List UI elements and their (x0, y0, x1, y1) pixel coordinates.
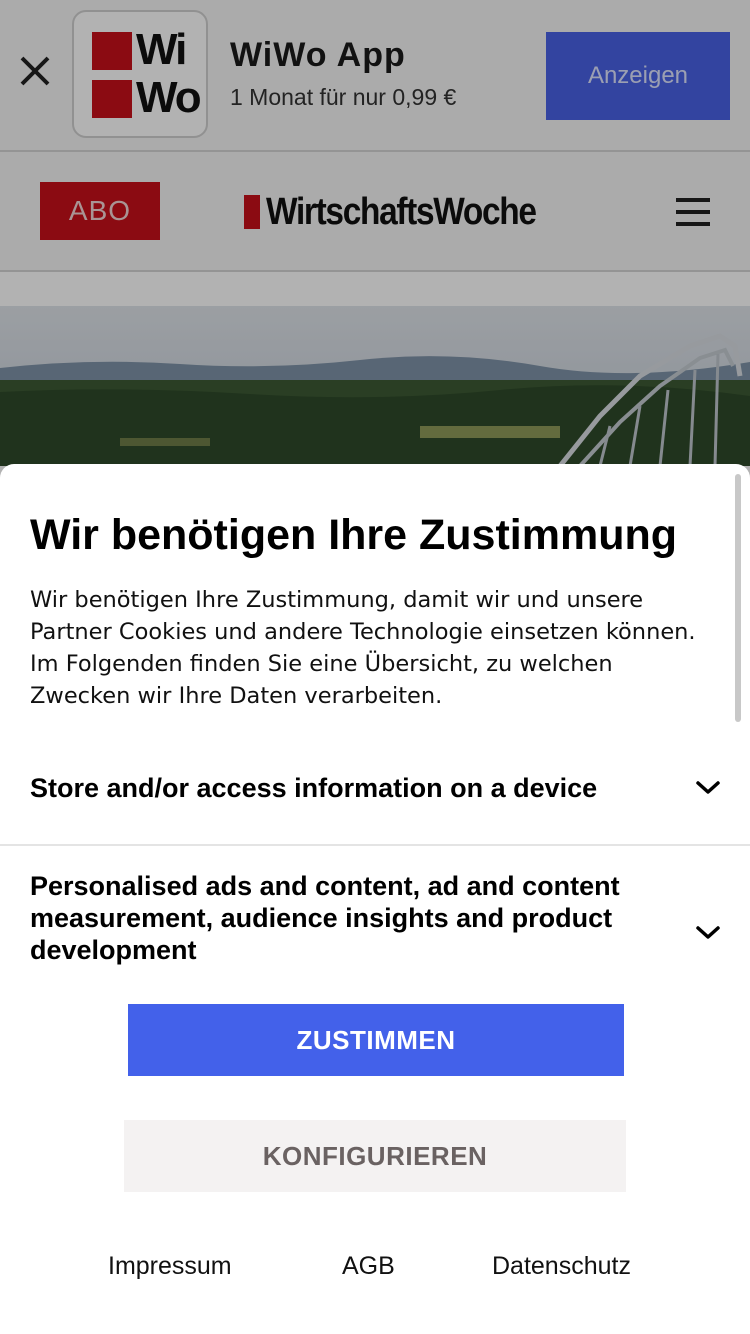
agree-button[interactable]: ZUSTIMMEN (128, 1004, 624, 1076)
configure-button[interactable]: KONFIGURIEREN (124, 1120, 626, 1192)
impressum-link[interactable]: Impressum (108, 1252, 232, 1281)
consent-title: Wir benötigen Ihre Zustimmung (30, 511, 677, 559)
chevron-down-icon[interactable] (694, 924, 722, 942)
agb-link[interactable]: AGB (342, 1252, 395, 1281)
purpose-item-device-storage[interactable]: Store and/or access information on a dev… (0, 748, 750, 846)
consent-footer-links: Impressum AGB Datenschutz (0, 1252, 750, 1292)
purpose-item-personalised-ads[interactable]: Personalised ads and content, ad and con… (0, 848, 750, 968)
dialog-scrollbar[interactable] (735, 474, 741, 722)
consent-intro-text: Wir benötigen Ihre Zustimmung, damit wir… (30, 587, 696, 709)
datenschutz-link[interactable]: Datenschutz (492, 1252, 631, 1281)
consent-dialog: Wir benötigen Ihre Zustimmung Wir benöti… (0, 464, 750, 1334)
purpose-label: Personalised ads and content, ad and con… (30, 871, 620, 965)
purpose-label: Store and/or access information on a dev… (30, 773, 598, 803)
chevron-down-icon[interactable] (694, 779, 722, 797)
